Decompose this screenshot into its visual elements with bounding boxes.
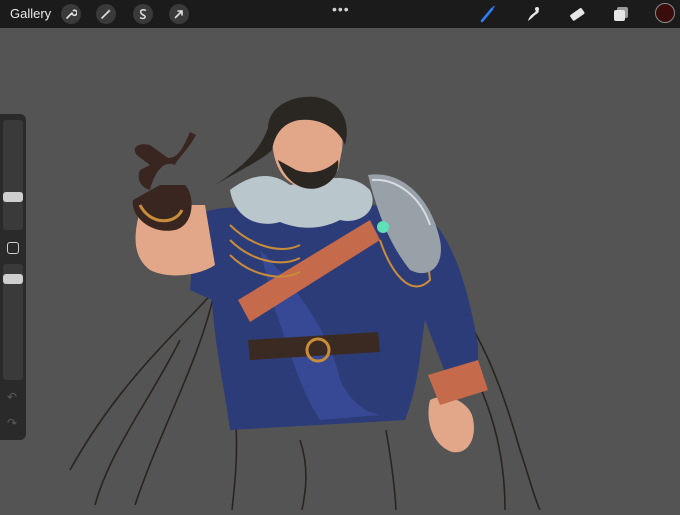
color-picker-button[interactable] <box>655 3 675 23</box>
eraser-icon[interactable] <box>567 4 587 24</box>
top-toolbar: Gallery ••• <box>0 0 680 28</box>
drawing-canvas[interactable] <box>0 28 680 511</box>
character-artwork <box>69 96 541 511</box>
brush-icon[interactable] <box>478 4 498 24</box>
layers-icon[interactable] <box>611 4 631 24</box>
magic-wand-icon[interactable] <box>96 4 116 24</box>
gallery-button[interactable]: Gallery <box>10 6 51 21</box>
smudge-icon[interactable] <box>523 4 543 24</box>
arrow-cursor-icon[interactable] <box>169 4 189 24</box>
wrench-icon[interactable] <box>61 4 81 24</box>
selection-s-icon[interactable] <box>133 4 153 24</box>
more-options-button[interactable]: ••• <box>332 1 350 17</box>
